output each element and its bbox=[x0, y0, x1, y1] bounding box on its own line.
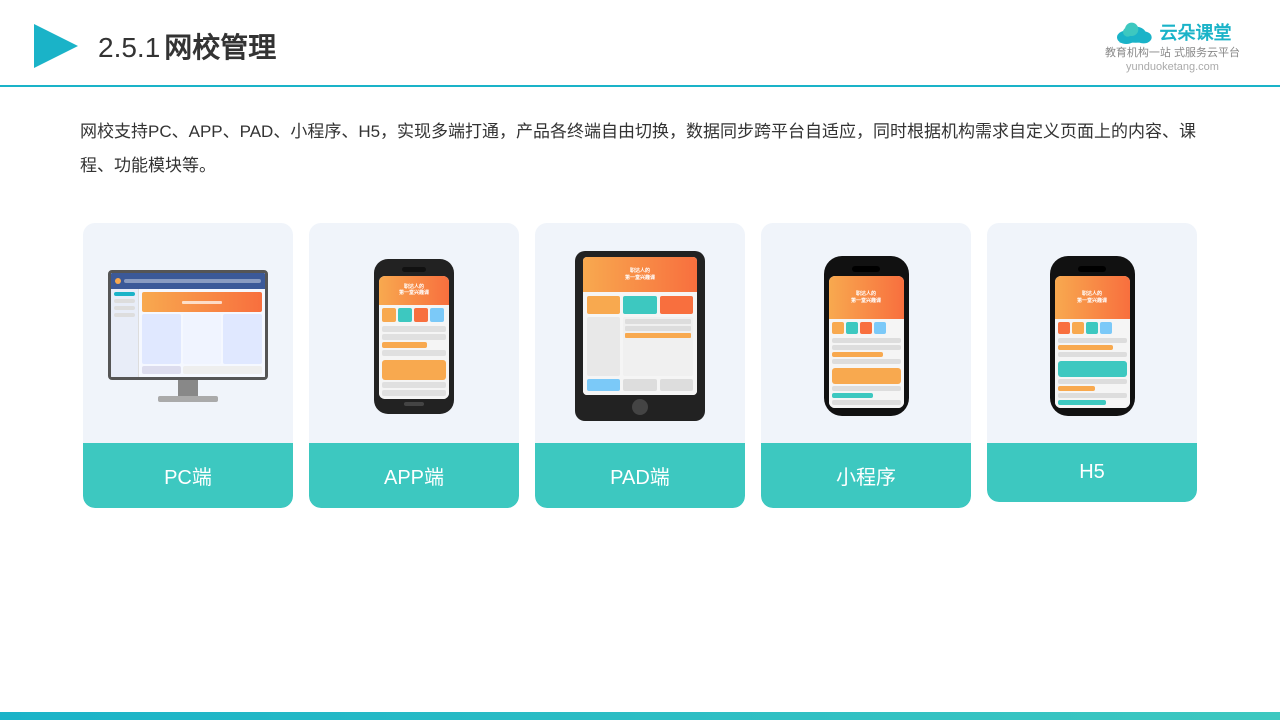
logo-cloud: 云朵课堂 bbox=[1113, 18, 1231, 46]
card-pad-label: PAD端 bbox=[535, 443, 745, 508]
page-title-number: 2.5.1 bbox=[98, 32, 160, 63]
cloud-icon bbox=[1113, 18, 1153, 46]
card-miniprogram: 职达人的第一堂兴趣课 bbox=[761, 223, 971, 508]
play-icon bbox=[30, 20, 82, 72]
card-app-image: 职达人的第一堂兴趣课 bbox=[309, 223, 519, 443]
card-pad: 职达人的第一堂兴趣课 bbox=[535, 223, 745, 508]
description-text: 网校支持PC、APP、PAD、小程序、H5，实现多端打通，产品各终端自由切换，数… bbox=[0, 87, 1280, 193]
card-h5-image: 职达人的第一堂兴趣课 bbox=[987, 223, 1197, 443]
card-h5-label: H5 bbox=[987, 443, 1197, 502]
page-header: 2.5.1网校管理 云朵课堂 教育机构一站 式服务云平台 yunduoketan… bbox=[0, 0, 1280, 87]
card-app-label: APP端 bbox=[309, 443, 519, 508]
logo-url: yunduoketang.com bbox=[1126, 61, 1219, 73]
card-miniprogram-label: 小程序 bbox=[761, 443, 971, 508]
miniprogram-phone-icon: 职达人的第一堂兴趣课 bbox=[824, 256, 909, 416]
bottom-bar bbox=[0, 712, 1280, 720]
platform-cards: PC端 职达人的第一堂兴趣课 bbox=[0, 203, 1280, 528]
card-pc-image bbox=[83, 223, 293, 443]
card-pad-image: 职达人的第一堂兴趣课 bbox=[535, 223, 745, 443]
logo-name: 云朵课堂 bbox=[1159, 19, 1231, 45]
pc-monitor-icon bbox=[108, 270, 268, 402]
card-app: 职达人的第一堂兴趣课 bbox=[309, 223, 519, 508]
pad-tablet-icon: 职达人的第一堂兴趣课 bbox=[575, 251, 705, 421]
h5-phone-icon: 职达人的第一堂兴趣课 bbox=[1050, 256, 1135, 416]
card-pc-label: PC端 bbox=[83, 443, 293, 508]
page-title: 2.5.1网校管理 bbox=[98, 26, 276, 66]
app-phone-icon: 职达人的第一堂兴趣课 bbox=[374, 259, 454, 414]
card-h5: 职达人的第一堂兴趣课 bbox=[987, 223, 1197, 502]
logo-slogan: 教育机构一站 式服务云平台 bbox=[1105, 46, 1240, 61]
card-pc: PC端 bbox=[83, 223, 293, 508]
logo-area: 云朵课堂 教育机构一站 式服务云平台 yunduoketang.com bbox=[1105, 18, 1240, 73]
card-miniprogram-image: 职达人的第一堂兴趣课 bbox=[761, 223, 971, 443]
header-left: 2.5.1网校管理 bbox=[30, 20, 276, 72]
